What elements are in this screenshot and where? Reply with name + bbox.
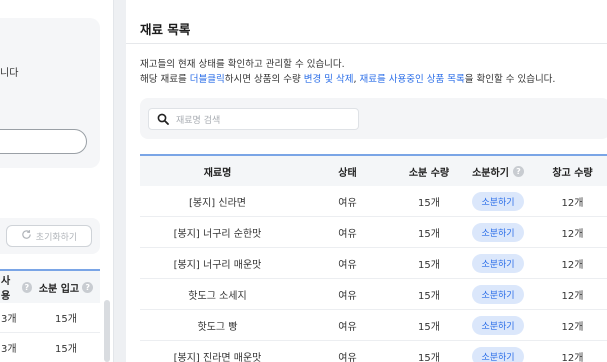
description-line-2: 해당 재료를 더블클릭하시면 상품의 수량 변경 및 삭제, 재료를 사용중인 … [140, 72, 555, 87]
cell-qty: 15개 [418, 197, 440, 209]
portion-button[interactable]: 소분하기 [472, 284, 524, 304]
table-row[interactable]: [봉지] 너구리 매운맛 여유 15개 소분하기 12개 [140, 248, 607, 279]
left-cell-portion-in: 15개 [55, 314, 77, 325]
cell-name: [봉지] 진라면 매운맛 [173, 352, 262, 362]
cell-status: 여유 [338, 228, 357, 240]
help-icon[interactable]: ? [21, 281, 32, 293]
left-input-field[interactable] [0, 129, 87, 154]
desc-text: 을 확인할 수 있습니다. [464, 74, 556, 85]
left-table-row[interactable]: 3개 15개 [0, 303, 100, 333]
portion-button[interactable]: 소분하기 [472, 346, 524, 362]
table-row[interactable]: 핫도그 소세지 여유 15개 소분하기 12개 [140, 279, 607, 310]
portion-button[interactable]: 소분하기 [472, 191, 524, 211]
portion-button[interactable]: 소분하기 [472, 253, 524, 273]
left-partial-text: 니다 [0, 68, 19, 79]
search-placeholder: 재료명 검색 [176, 115, 221, 126]
cell-stock: 12개 [561, 197, 584, 209]
title-divider [126, 43, 607, 44]
left-table-row[interactable]: 3개 15개 [0, 333, 100, 362]
left-header-portion-in: 소분 입고 [38, 283, 80, 295]
left-panel: 니다 초기화하기 사용? 소분 입고? 3개 15개 3개 15개 [0, 0, 114, 362]
header-name: 재료명 [203, 167, 232, 179]
left-scrollbar[interactable] [104, 300, 110, 362]
reset-button[interactable]: 초기화하기 [6, 225, 92, 247]
desc-highlight-edit: 변경 및 삭제 [303, 74, 354, 85]
cell-name: 핫도그 소세지 [188, 290, 247, 302]
table-row[interactable]: 핫도그 빵 여유 15개 소분하기 12개 [140, 310, 607, 341]
cell-qty: 15개 [418, 228, 440, 240]
cell-name: 핫도그 빵 [197, 321, 238, 333]
table-row[interactable]: [봉지] 진라면 매운맛 여유 15개 소분하기 12개 [140, 341, 607, 362]
cell-qty: 15개 [418, 321, 440, 333]
cell-name: [봉지] 신라면 [189, 197, 246, 209]
desc-highlight-usage: 재료를 사용중인 상품 목록 [359, 74, 465, 85]
description: 재고들의 현재 상태를 확인하고 관리할 수 있습니다. 해당 재료를 더블클릭… [140, 57, 555, 87]
page-title: 재료 목록 [140, 22, 191, 37]
cell-stock: 12개 [561, 228, 584, 240]
cell-stock: 12개 [561, 259, 584, 271]
cell-qty: 15개 [418, 259, 440, 271]
header-qty: 소분 수량 [408, 167, 450, 179]
cell-qty: 15개 [418, 290, 440, 302]
cell-status: 여유 [338, 321, 357, 333]
refresh-icon [21, 229, 32, 243]
portion-button[interactable]: 소분하기 [472, 315, 524, 335]
header-stock: 창고 수량 [552, 167, 593, 179]
left-header-usage: 사용 [1, 276, 11, 302]
desc-text: 해당 재료를 [140, 74, 190, 85]
help-icon[interactable]: ? [82, 281, 94, 293]
portion-button[interactable]: 소분하기 [472, 222, 524, 242]
cell-stock: 12개 [561, 321, 584, 333]
cell-status: 여유 [338, 290, 357, 302]
left-table-header: 사용? 소분 입고? [0, 271, 100, 303]
cell-status: 여유 [338, 352, 357, 362]
left-cell-portion-in: 15개 [55, 344, 77, 355]
description-line-1: 재고들의 현재 상태를 확인하고 관리할 수 있습니다. [140, 59, 345, 70]
cell-qty: 15개 [418, 352, 440, 362]
cell-status: 여유 [338, 197, 357, 209]
desc-highlight-dblclick: 더블클릭 [189, 74, 225, 85]
left-cell-usage: 3개 [1, 344, 17, 355]
table-header: 재료명 상태 소분 수량 소분하기? 창고 수량 [140, 156, 607, 186]
table-row[interactable]: [봉지] 신라면 여유 15개 소분하기 12개 [140, 186, 607, 217]
ingredient-table: 재료명 상태 소분 수량 소분하기? 창고 수량 [봉지] 신라면 여유 15개… [140, 154, 607, 362]
cell-name: [봉지] 너구리 매운맛 [173, 259, 262, 271]
left-cell-usage: 3개 [1, 314, 17, 325]
cell-stock: 12개 [561, 352, 584, 362]
cell-status: 여유 [338, 259, 357, 271]
search-icon [157, 113, 169, 125]
cell-stock: 12개 [561, 290, 584, 302]
header-status: 상태 [338, 167, 357, 179]
desc-text: 하시면 상품의 수량 [224, 74, 304, 85]
left-table: 사용? 소분 입고? 3개 15개 3개 15개 [0, 269, 100, 362]
search-input[interactable]: 재료명 검색 [148, 108, 359, 130]
reset-button-label: 초기화하기 [35, 232, 78, 243]
ingredient-list-panel: 재료 목록 재고들의 현재 상태를 확인하고 관리할 수 있습니다. 해당 재료… [126, 0, 607, 362]
header-portion: 소분하기 [472, 167, 509, 179]
cell-name: [봉지] 너구리 순한맛 [173, 228, 262, 240]
help-icon[interactable]: ? [512, 165, 524, 177]
table-row[interactable]: [봉지] 너구리 순한맛 여유 15개 소분하기 12개 [140, 217, 607, 248]
